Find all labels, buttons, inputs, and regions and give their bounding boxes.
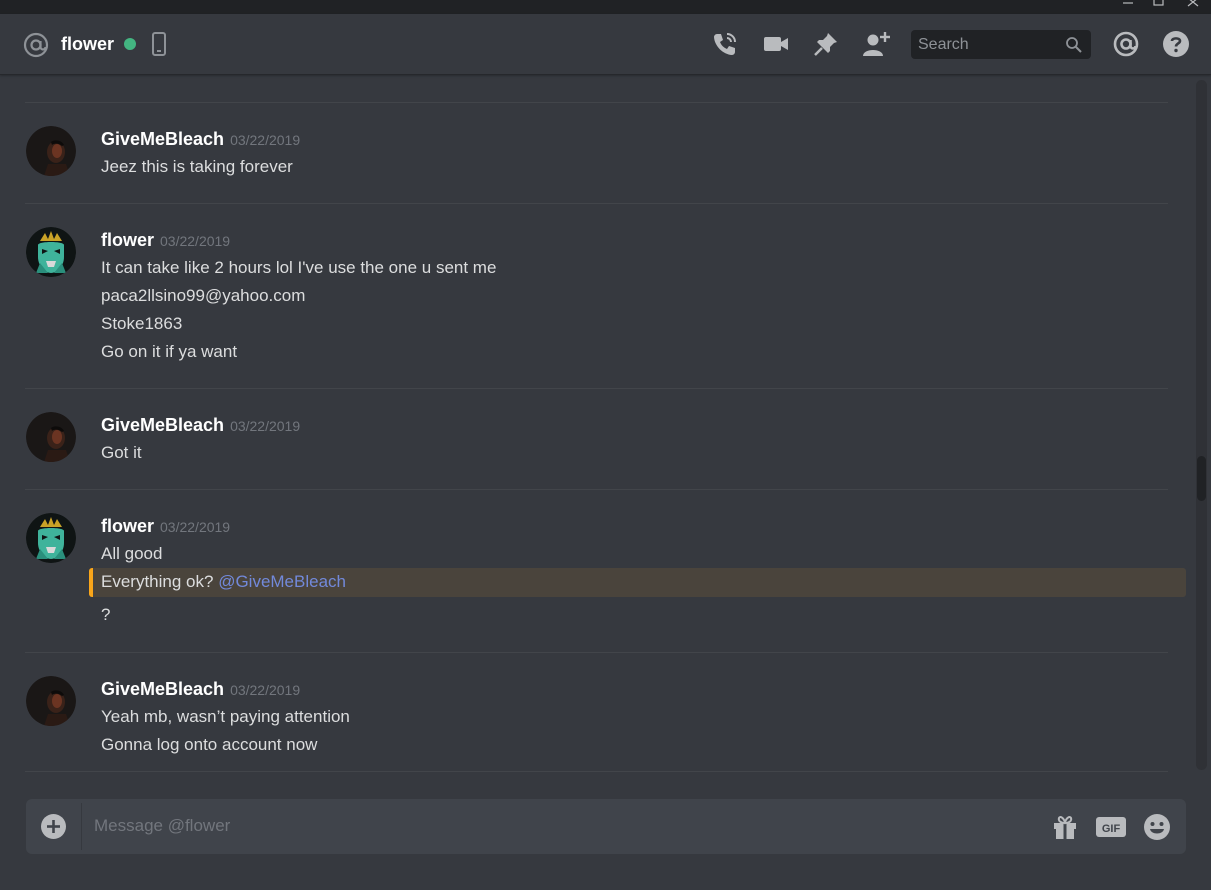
message-author[interactable]: GiveMeBleach 03/22/2019 [101, 677, 300, 702]
message-author[interactable]: GiveMeBleach 03/22/2019 [101, 413, 300, 438]
message-composer: GIF [26, 799, 1186, 854]
message-text: Gonna log onto account now [101, 735, 318, 754]
message-text: It can take like 2 hours lol I've use th… [101, 258, 497, 277]
author-name[interactable]: GiveMeBleach [101, 679, 224, 699]
message-divider [25, 771, 1168, 772]
author-name[interactable]: flower [101, 516, 154, 536]
channel-header: flower [0, 14, 1211, 75]
author-name[interactable]: GiveMeBleach [101, 129, 224, 149]
message-author[interactable]: flower 03/22/2019 [101, 514, 230, 539]
message-text: All good [101, 544, 163, 563]
help-icon[interactable] [1161, 29, 1191, 59]
message-text: Stoke1863 [101, 314, 183, 333]
online-status-indicator [124, 38, 136, 50]
message-text: Got it [101, 443, 142, 462]
add-friend-icon[interactable] [861, 29, 891, 59]
message-text: ? [101, 605, 111, 624]
author-name[interactable]: GiveMeBleach [101, 415, 224, 435]
avatar[interactable] [26, 412, 76, 462]
emoji-icon[interactable] [1143, 813, 1171, 841]
message-text-with-mention: Everything ok? @GiveMeBleach [101, 570, 346, 594]
message-text: Go on it if ya want [101, 342, 238, 361]
scrollbar-track[interactable] [1196, 80, 1207, 770]
message-list[interactable]: GiveMeBleach 03/22/2019 Jeez this is taki… [0, 75, 1190, 775]
call-icon[interactable] [710, 29, 740, 59]
message-author[interactable]: GiveMeBleach 03/22/2019 [101, 127, 300, 152]
message-timestamp: 03/22/2019 [160, 519, 231, 535]
gif-label: GIF [1102, 823, 1121, 835]
avatar[interactable] [26, 676, 76, 726]
message-divider [25, 652, 1168, 653]
gift-icon[interactable] [1051, 813, 1079, 841]
message-input[interactable] [94, 811, 1034, 841]
author-name[interactable]: flower [101, 230, 154, 250]
message-author[interactable]: flower 03/22/2019 [101, 228, 230, 253]
pin-icon[interactable] [811, 29, 841, 59]
composer-separator [81, 803, 82, 850]
search-bar[interactable] [911, 30, 1091, 59]
message-text: Everything ok? [101, 572, 214, 591]
dm-recipient-name: flower [61, 34, 115, 54]
search-icon [1066, 37, 1082, 53]
message-divider [25, 102, 1168, 103]
avatar[interactable] [26, 513, 76, 563]
add-attachment-icon[interactable] [40, 813, 67, 840]
message-divider [25, 203, 1168, 204]
message-timestamp: 03/22/2019 [230, 418, 301, 434]
minimize-icon[interactable] [1113, 0, 1143, 14]
message-timestamp: 03/22/2019 [160, 233, 231, 249]
mobile-icon [152, 32, 166, 56]
video-icon[interactable] [761, 29, 791, 59]
message-text: Jeez this is taking forever [101, 157, 293, 176]
message-text: paca2llsino99@yahoo.com [101, 286, 306, 305]
gif-icon[interactable]: GIF [1095, 813, 1127, 841]
user-mention[interactable]: @GiveMeBleach [218, 572, 346, 591]
emoji-fragment [490, 75, 512, 76]
message-timestamp: 03/22/2019 [230, 132, 301, 148]
scrollbar-thumb[interactable] [1197, 456, 1206, 501]
maximize-icon[interactable] [1143, 0, 1173, 14]
avatar[interactable] [26, 126, 76, 176]
avatar[interactable] [26, 227, 76, 277]
at-icon [23, 32, 49, 58]
mentions-icon[interactable] [1111, 29, 1141, 59]
message-divider [25, 388, 1168, 389]
search-input[interactable] [911, 30, 1061, 59]
message-divider [25, 489, 1168, 490]
message-timestamp: 03/22/2019 [230, 682, 301, 698]
message-text: Yeah mb, wasn’t paying attention [101, 707, 350, 726]
title-bar [0, 0, 1211, 14]
close-icon[interactable] [1178, 0, 1208, 14]
